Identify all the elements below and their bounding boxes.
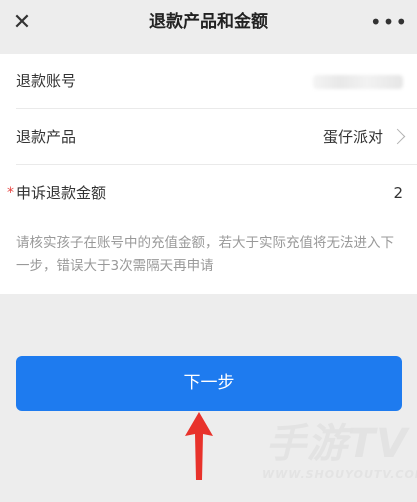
- watermark-main: 手游TV: [265, 421, 409, 467]
- account-row: 退款账号: [16, 54, 417, 109]
- product-row[interactable]: 退款产品 蛋仔派对: [16, 110, 417, 165]
- refund-form-card: 退款账号 退款产品 蛋仔派对 * 申诉退款金额 2 请核实孩子在账号中的充值金额…: [0, 54, 417, 294]
- page-title: 退款产品和金额: [149, 12, 268, 32]
- product-value: 蛋仔派对: [322, 128, 383, 146]
- nav-bar: ✕ 退款产品和金额 •••: [0, 0, 417, 44]
- next-step-button[interactable]: 下一步: [16, 356, 402, 411]
- product-label: 退款产品: [16, 128, 77, 146]
- amount-row: * 申诉退款金额 2: [7, 166, 417, 221]
- watermark-sub: WWW.SHOUYOUTV.COM: [262, 468, 417, 481]
- watermark: 手游TV WWW.SHOUYOUTV.COM: [262, 420, 417, 482]
- account-value-blurred: [313, 75, 403, 89]
- account-label: 退款账号: [16, 72, 77, 90]
- red-arrow-up-icon: [185, 412, 213, 480]
- chevron-right-icon: [389, 128, 406, 145]
- required-mark: *: [7, 185, 14, 201]
- amount-label: 申诉退款金额: [16, 184, 107, 202]
- amount-input[interactable]: 2: [393, 166, 403, 221]
- more-icon[interactable]: •••: [370, 6, 407, 38]
- hint-text: 请核实孩子在账号中的充值金额，若大于实际充值将无法进入下一步，错误大于3次需隔天…: [16, 235, 394, 274]
